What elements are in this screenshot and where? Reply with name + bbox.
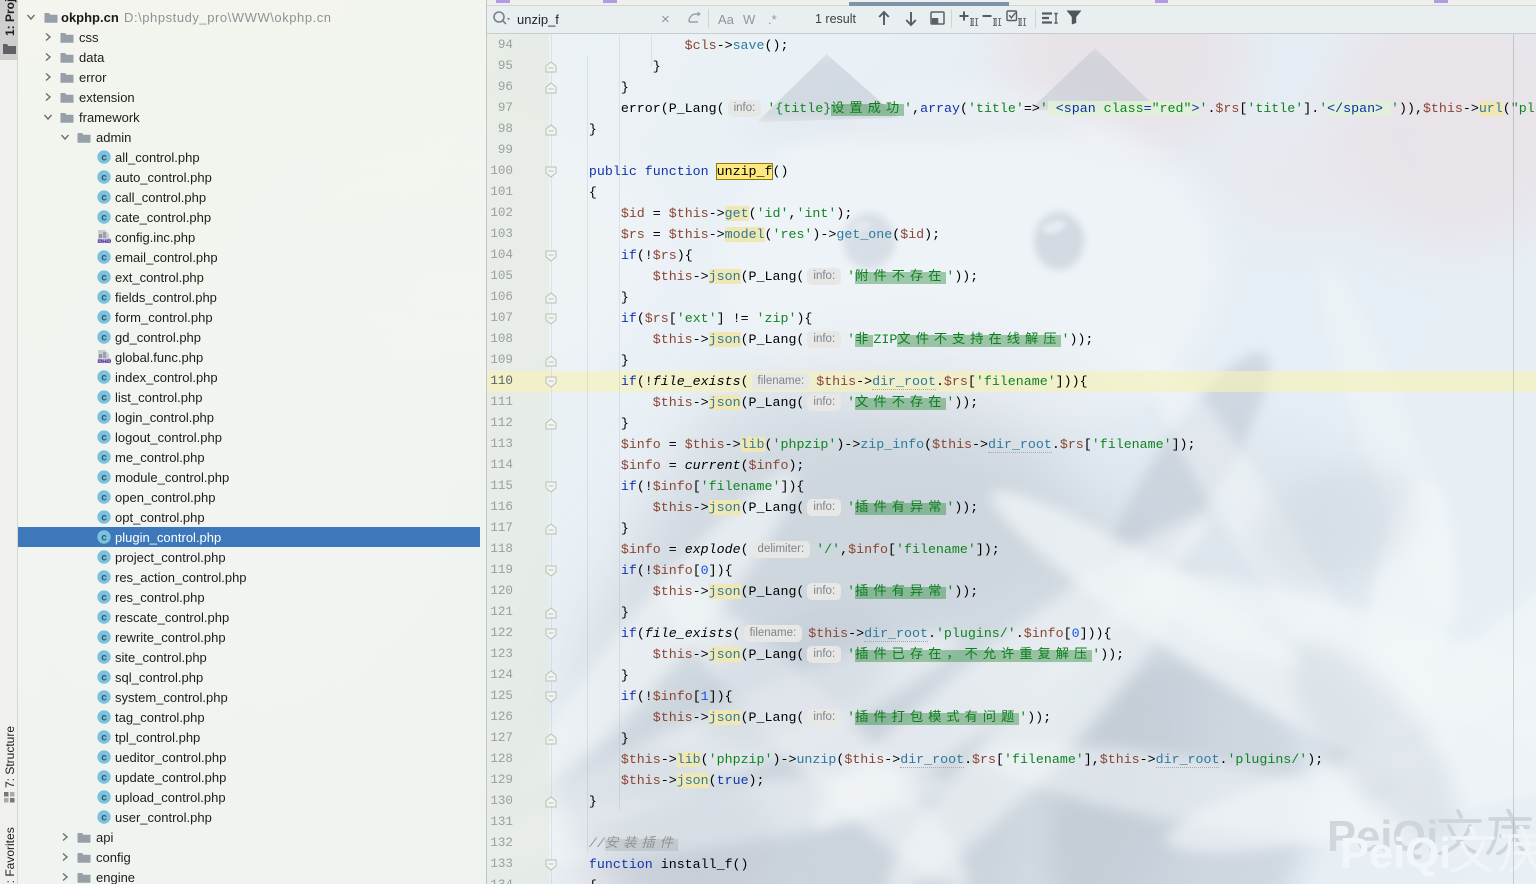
svg-text:c: c [101,552,107,563]
svg-text:c: c [101,772,107,783]
svg-text:c: c [101,612,107,623]
svg-text:c: c [101,172,107,183]
svg-text:c: c [101,312,107,323]
svg-text:c: c [101,392,107,403]
svg-text:c: c [101,732,107,743]
svg-text:c: c [101,752,107,763]
svg-text:c: c [101,512,107,523]
svg-text:c: c [101,152,107,163]
svg-text:c: c [101,632,107,643]
svg-text:c: c [101,212,107,223]
svg-text:c: c [101,272,107,283]
svg-text:c: c [101,192,107,203]
svg-text:c: c [101,712,107,723]
svg-text:c: c [101,492,107,503]
svg-text:c: c [101,452,107,463]
svg-text:c: c [101,292,107,303]
svg-text:c: c [101,332,107,343]
svg-text:c: c [101,692,107,703]
svg-text:PHP: PHP [98,359,111,363]
svg-text:c: c [101,412,107,423]
svg-text:c: c [101,572,107,583]
svg-text:c: c [101,252,107,263]
svg-text:c: c [101,472,107,483]
svg-text:c: c [101,372,107,383]
svg-text:c: c [101,432,107,443]
svg-text:c: c [101,812,107,823]
svg-text:c: c [101,652,107,663]
svg-text:c: c [101,532,107,543]
svg-text:c: c [101,672,107,683]
svg-text:c: c [101,592,107,603]
svg-text:c: c [101,792,107,803]
svg-text:PHP: PHP [98,239,111,243]
